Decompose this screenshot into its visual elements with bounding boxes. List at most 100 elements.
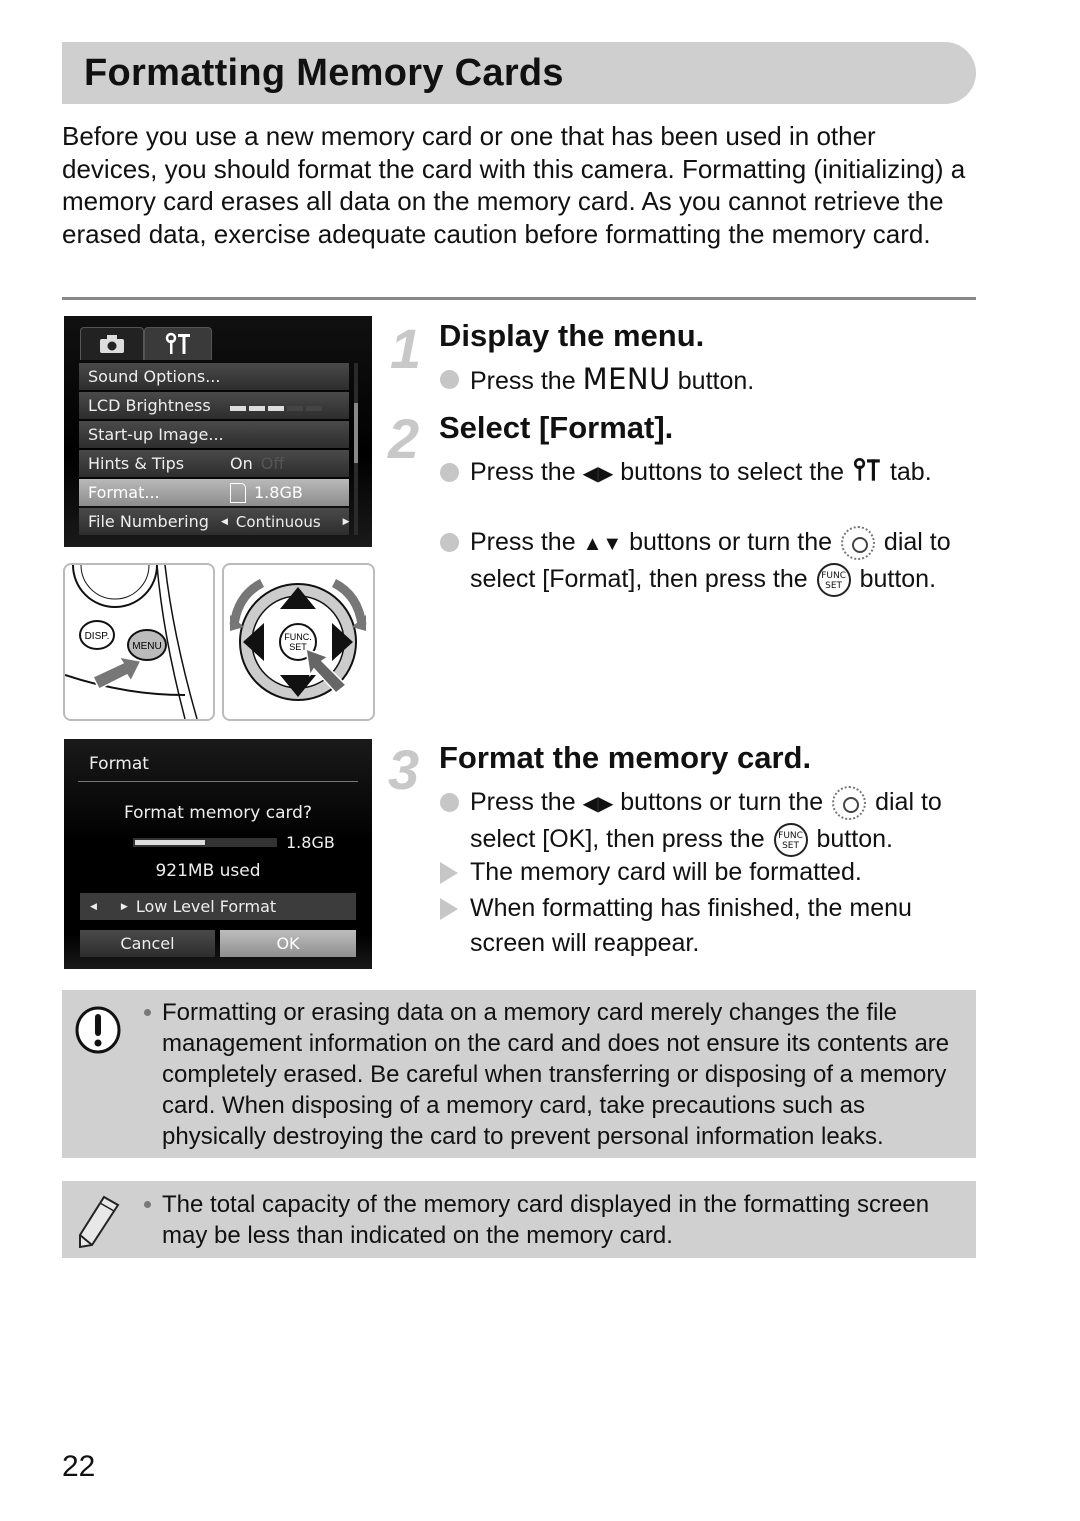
brightness-bar bbox=[230, 400, 322, 411]
camera-icon bbox=[100, 335, 124, 353]
menu-item-label: Sound Options... bbox=[88, 367, 221, 386]
step-1-bullet: Press the MENU button. bbox=[440, 362, 970, 399]
text: tab. bbox=[889, 458, 932, 486]
press-arrow-icon bbox=[91, 655, 143, 691]
step-number-2: 2 bbox=[388, 407, 420, 470]
left-arrow-icon: ◀ bbox=[90, 901, 97, 912]
menu-item-file-numbering: File Numbering ◀ Continuous ▶ bbox=[79, 508, 350, 535]
text: button. bbox=[859, 564, 937, 593]
page-number: 22 bbox=[62, 1450, 96, 1483]
text: buttons or turn the bbox=[620, 788, 824, 816]
right-arrow-icon: ▶ bbox=[342, 516, 350, 527]
svg-text:MENU: MENU bbox=[132, 641, 161, 652]
tools-tab bbox=[144, 327, 212, 360]
memo-text: The total capacity of the memory card di… bbox=[144, 1189, 972, 1251]
hints-on: On bbox=[230, 454, 253, 473]
menu-item-format: Format... 1.8GB bbox=[79, 479, 349, 506]
caution-text: Formatting or erasing data on a memory c… bbox=[144, 997, 972, 1152]
bullet-dot bbox=[440, 370, 459, 389]
divider bbox=[62, 297, 976, 300]
svg-text:FUNC.: FUNC. bbox=[284, 632, 312, 642]
text: button. bbox=[816, 824, 893, 853]
scrollbar bbox=[354, 363, 358, 535]
result-arrow-icon bbox=[440, 862, 458, 884]
brightness-segment bbox=[306, 406, 322, 411]
hints-off: Off bbox=[260, 454, 285, 473]
text: Press the bbox=[470, 528, 576, 556]
text: Press the bbox=[470, 367, 576, 395]
control-dial-icon bbox=[832, 786, 867, 821]
memo-note: The total capacity of the memory card di… bbox=[62, 1181, 976, 1258]
text: Press the bbox=[470, 458, 576, 486]
card-capacity: 1.8GB bbox=[286, 833, 335, 852]
control-dial-icon bbox=[840, 526, 875, 561]
usage-fill bbox=[135, 840, 205, 845]
tools-icon bbox=[165, 332, 190, 354]
cancel-button: Cancel bbox=[80, 930, 215, 957]
func-set-icon: FUNC SET bbox=[773, 822, 808, 857]
format-screen-image: Format Format memory card? 1.8GB 921MB u… bbox=[64, 739, 372, 969]
text: buttons or turn the bbox=[629, 528, 833, 556]
step-2-bullet-1: Press the ◀▶ buttons to select the tab. bbox=[440, 455, 970, 492]
step-3-result-1: The memory card will be formatted. bbox=[440, 855, 970, 890]
left-arrow-icon: ◀ bbox=[221, 516, 228, 527]
step-number-1: 1 bbox=[390, 317, 422, 380]
memory-card-icon bbox=[230, 482, 246, 503]
used-space: 921MB used bbox=[155, 861, 261, 881]
menu-button-glyph: MENU bbox=[582, 362, 671, 396]
brightness-segment bbox=[230, 406, 246, 411]
pencil-icon bbox=[74, 1193, 124, 1254]
step-number-3: 3 bbox=[388, 738, 420, 801]
menu-item-label: Hints & Tips bbox=[88, 454, 185, 473]
menu-item-sound-options: Sound Options... bbox=[79, 363, 349, 390]
up-down-buttons-icon: ▲▼ bbox=[582, 533, 623, 555]
file-numbering-value: Continuous bbox=[235, 512, 321, 531]
text: buttons to select the bbox=[620, 458, 845, 486]
ok-button: OK bbox=[220, 930, 356, 957]
svg-text:DISP.: DISP. bbox=[85, 631, 110, 642]
brightness-segment bbox=[249, 406, 265, 411]
camera-tab bbox=[80, 327, 144, 360]
menu-list: Sound Options... LCD Brightness Start-up… bbox=[79, 363, 350, 537]
bullet-dot bbox=[440, 793, 459, 812]
title-bar: Formatting Memory Cards bbox=[62, 42, 976, 104]
bullet-dot bbox=[440, 463, 459, 482]
step-2-bullet-2: Press the ▲▼ buttons or turn the dial to… bbox=[440, 525, 970, 597]
brightness-segment bbox=[268, 406, 284, 411]
menu-item-label: File Numbering bbox=[88, 512, 209, 531]
caution-note: Formatting or erasing data on a memory c… bbox=[62, 990, 976, 1158]
text: button. bbox=[677, 367, 755, 395]
step-title-3: Format the memory card. bbox=[439, 740, 812, 775]
step-title-2: Select [Format]. bbox=[439, 410, 674, 445]
bullet-dot bbox=[440, 533, 459, 552]
menu-item-label: Format... bbox=[88, 483, 160, 502]
tools-tab-icon bbox=[851, 457, 883, 486]
brightness-segment bbox=[287, 406, 303, 411]
text: When formatting has finished, the menu s… bbox=[470, 894, 912, 957]
card-capacity: 1.8GB bbox=[254, 483, 303, 502]
menu-item-startup-image: Start-up Image... bbox=[79, 421, 349, 448]
format-screen-header: Format bbox=[89, 754, 149, 774]
control-dial-illustration: FUNC. SET bbox=[222, 563, 375, 721]
func-set-icon: FUNC SET bbox=[816, 562, 851, 597]
menu-button-illustration: DISP. MENU bbox=[63, 563, 215, 721]
text: The memory card will be formatted. bbox=[470, 858, 862, 886]
menu-item-lcd-brightness: LCD Brightness bbox=[79, 392, 349, 419]
intro-paragraph: Before you use a new memory card or one … bbox=[62, 121, 966, 249]
page-title: Formatting Memory Cards bbox=[84, 52, 564, 94]
low-level-format-label: Low Level Format bbox=[135, 897, 277, 916]
right-arrow-icon: ▶ bbox=[120, 901, 128, 912]
step-title-1: Display the menu. bbox=[439, 318, 705, 353]
left-right-buttons-icon: ◀▶ bbox=[582, 793, 614, 815]
step-3-bullet-1: Press the ◀▶ buttons or turn the dial to… bbox=[440, 785, 970, 857]
step-3-result-2: When formatting has finished, the menu s… bbox=[440, 891, 970, 960]
menu-screen-image: Sound Options... LCD Brightness Start-up… bbox=[64, 316, 372, 547]
format-question: Format memory card? bbox=[123, 803, 312, 823]
text: Press the bbox=[470, 788, 576, 816]
caution-icon bbox=[74, 1004, 126, 1061]
usage-bar bbox=[133, 838, 277, 847]
menu-item-label: Start-up Image... bbox=[88, 425, 224, 444]
svg-text:SET: SET bbox=[289, 642, 307, 652]
left-right-buttons-icon: ◀▶ bbox=[582, 463, 614, 485]
menu-item-hints-tips: Hints & Tips On Off bbox=[79, 450, 349, 477]
